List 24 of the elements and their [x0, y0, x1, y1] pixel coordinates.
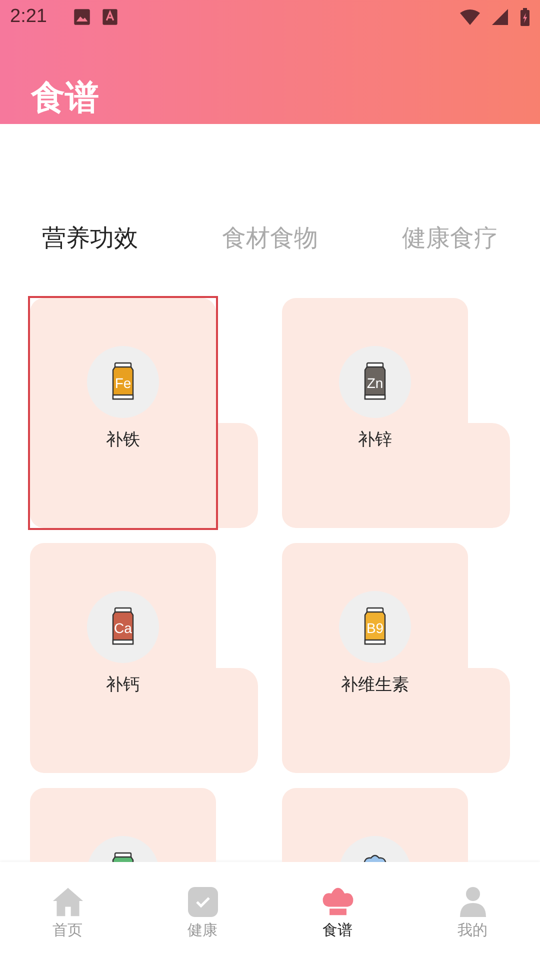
nutrient-card[interactable]: B9 补维生素 — [282, 543, 468, 773]
element-symbol: Ca — [113, 620, 133, 636]
card-label: 补钙 — [106, 674, 140, 696]
nav-item[interactable]: 食谱 — [270, 862, 405, 960]
element-symbol: Fe — [114, 375, 132, 391]
checkbox-icon — [186, 886, 218, 918]
text-icon — [100, 8, 119, 26]
home-icon — [52, 886, 84, 918]
element-symbol: Zn — [366, 375, 384, 391]
card-label: 补铁 — [106, 429, 140, 451]
page-title: 食谱 — [31, 78, 99, 118]
nutrient-card[interactable]: Ca 补钙 — [30, 543, 216, 773]
status-time: 2:21 — [10, 6, 47, 28]
chef-hat-icon — [322, 886, 354, 918]
wifi-icon — [460, 8, 480, 26]
element-symbol: B9 — [365, 620, 385, 636]
battery-icon — [520, 8, 530, 26]
signal-icon — [490, 8, 510, 26]
nutrient-card[interactable]: Fe 补铁 — [30, 298, 216, 528]
image-icon — [72, 8, 91, 26]
card-label: 补锌 — [358, 429, 392, 451]
category-tab[interactable]: 营养功效 — [42, 218, 138, 258]
nutrient-card[interactable]: Zn 补锌 — [282, 298, 468, 528]
card-label: 补维生素 — [341, 674, 409, 696]
